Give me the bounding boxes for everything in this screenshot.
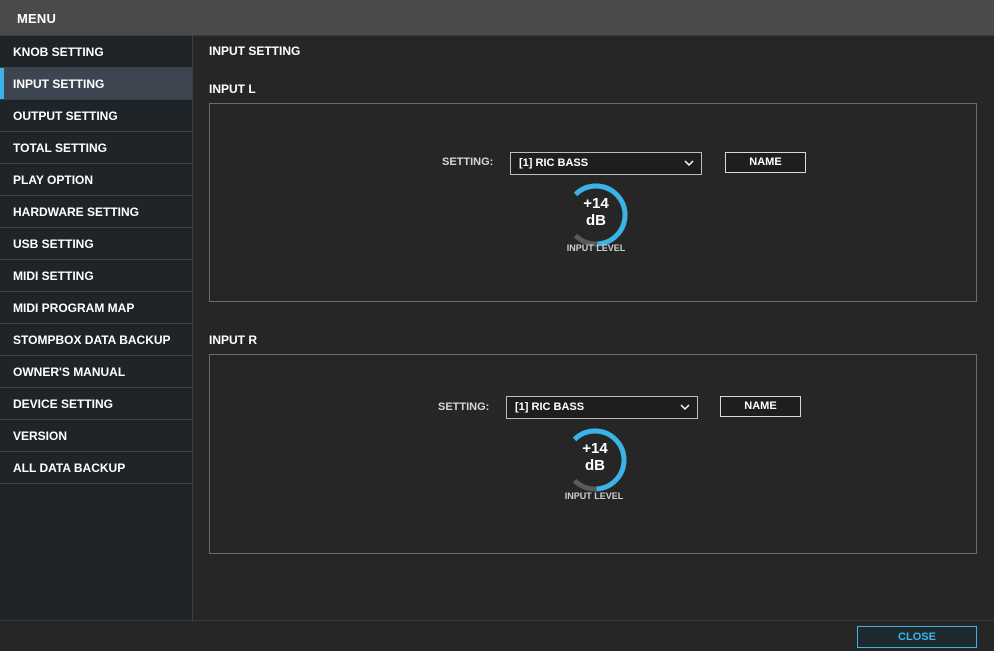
sidebar-item-output-setting[interactable]: OUTPUT SETTING [0, 100, 192, 132]
setting-label: SETTING: [438, 401, 490, 413]
sidebar-item-owners-manual[interactable]: OWNER'S MANUAL [0, 356, 192, 388]
sidebar-item-stompbox-data-backup[interactable]: STOMPBOX DATA BACKUP [0, 324, 192, 356]
window-title: MENU [17, 11, 57, 26]
sidebar-item-version[interactable]: VERSION [0, 420, 192, 452]
knob-value-unit: dB [585, 457, 605, 474]
sidebar-item-midi-program-map[interactable]: MIDI PROGRAM MAP [0, 292, 192, 324]
knob-value-number: +14 [583, 195, 609, 212]
input-l-setting-select[interactable]: [1] RIC BASS [510, 152, 702, 175]
setting-label: SETTING: [442, 156, 494, 168]
knob-label: INPUT LEVEL [564, 491, 624, 501]
sidebar-item-play-option[interactable]: PLAY OPTION [0, 164, 192, 196]
select-value: [1] RIC BASS [515, 401, 585, 413]
sidebar-item-total-setting[interactable]: TOTAL SETTING [0, 132, 192, 164]
page-title: INPUT SETTING [209, 44, 301, 58]
input-r-setting-select[interactable]: [1] RIC BASS [506, 396, 698, 419]
sidebar-item-knob-setting[interactable]: KNOB SETTING [0, 36, 192, 68]
sidebar-item-device-setting[interactable]: DEVICE SETTING [0, 388, 192, 420]
sidebar-menu: KNOB SETTING INPUT SETTING OUTPUT SETTIN… [0, 36, 193, 620]
sidebar-item-midi-setting[interactable]: MIDI SETTING [0, 260, 192, 292]
close-button[interactable]: CLOSE [857, 626, 977, 648]
input-r-name-button[interactable]: NAME [720, 396, 801, 417]
main-panel: INPUT SETTING INPUT L SETTING: [1] RIC B… [194, 36, 994, 620]
sidebar-item-usb-setting[interactable]: USB SETTING [0, 228, 192, 260]
select-value: [1] RIC BASS [519, 157, 589, 169]
knob-value-number: +14 [582, 440, 608, 457]
input-l-name-button[interactable]: NAME [725, 152, 806, 173]
sidebar-item-input-setting[interactable]: INPUT SETTING [0, 68, 192, 100]
footer-bar: CLOSE [0, 620, 994, 651]
input-r-level-knob[interactable]: +14 dB [561, 426, 629, 494]
input-r-panel: SETTING: [1] RIC BASS NAME +14 dB INPUT … [209, 354, 977, 554]
section-label-input-l: INPUT L [209, 82, 256, 96]
knob-value: +14 dB [561, 440, 629, 474]
sidebar-item-hardware-setting[interactable]: HARDWARE SETTING [0, 196, 192, 228]
knob-value: +14 dB [562, 195, 630, 229]
knob-value-unit: dB [586, 212, 606, 229]
chevron-down-icon [684, 160, 694, 167]
input-l-panel: SETTING: [1] RIC BASS NAME +14 dB INPUT … [209, 103, 977, 302]
knob-label: INPUT LEVEL [566, 243, 626, 253]
input-l-level-knob[interactable]: +14 dB [562, 181, 630, 249]
sidebar-item-all-data-backup[interactable]: ALL DATA BACKUP [0, 452, 192, 484]
title-bar: MENU [0, 0, 994, 36]
chevron-down-icon [680, 404, 690, 411]
section-label-input-r: INPUT R [209, 333, 257, 347]
